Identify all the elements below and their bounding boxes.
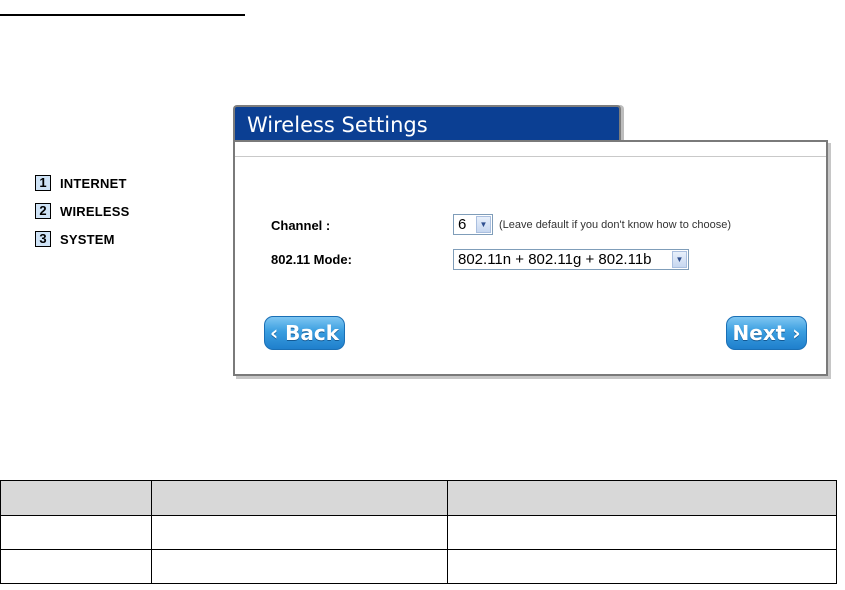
step-label: WIRELESS [60,203,130,219]
step-number: 3 [35,231,51,247]
chevron-down-icon[interactable]: ▼ [672,251,687,268]
table-cell [150,480,449,516]
table-header-row [0,480,837,516]
chevron-down-icon[interactable]: ▼ [476,216,491,233]
step-number: 1 [35,175,51,191]
step-system[interactable]: 3 SYSTEM [35,225,130,253]
wizard-steps: 1 INTERNET 2 WIRELESS 3 SYSTEM [35,169,130,253]
data-table [0,480,837,584]
table-row [0,515,837,550]
table-cell [447,515,837,550]
mode-select[interactable]: 802.11n + 802.11g + 802.11b ▼ [453,249,689,270]
channel-hint: (Leave default if you don't know how to … [499,219,732,231]
channel-value: 6 [458,216,467,233]
step-label: SYSTEM [60,231,115,247]
panel-divider [235,156,826,157]
channel-label: Channel : [271,218,331,233]
back-button[interactable]: ‹ Back [264,316,345,350]
step-wireless[interactable]: 2 WIRELESS [35,197,130,225]
table-cell [447,480,837,516]
step-internet[interactable]: 1 INTERNET [35,169,130,197]
panel-tab: Wireless Settings [233,105,621,141]
table-row [0,549,837,584]
channel-select[interactable]: 6 ▼ [453,214,493,235]
wireless-settings-panel: Channel : 6 ▼ (Leave default if you don'… [233,140,828,376]
table-cell [0,515,152,550]
table-cell [0,480,152,516]
table-cell [150,515,449,550]
step-number: 2 [35,203,51,219]
mode-label: 802.11 Mode: [271,252,352,267]
table-cell [0,549,152,584]
mode-value: 802.11n + 802.11g + 802.11b [458,251,652,268]
step-label: INTERNET [60,175,127,191]
table-cell [447,549,837,584]
next-button[interactable]: Next › [726,316,807,350]
panel-title: Wireless Settings [247,113,428,137]
top-divider [0,14,245,16]
table-cell [150,549,449,584]
